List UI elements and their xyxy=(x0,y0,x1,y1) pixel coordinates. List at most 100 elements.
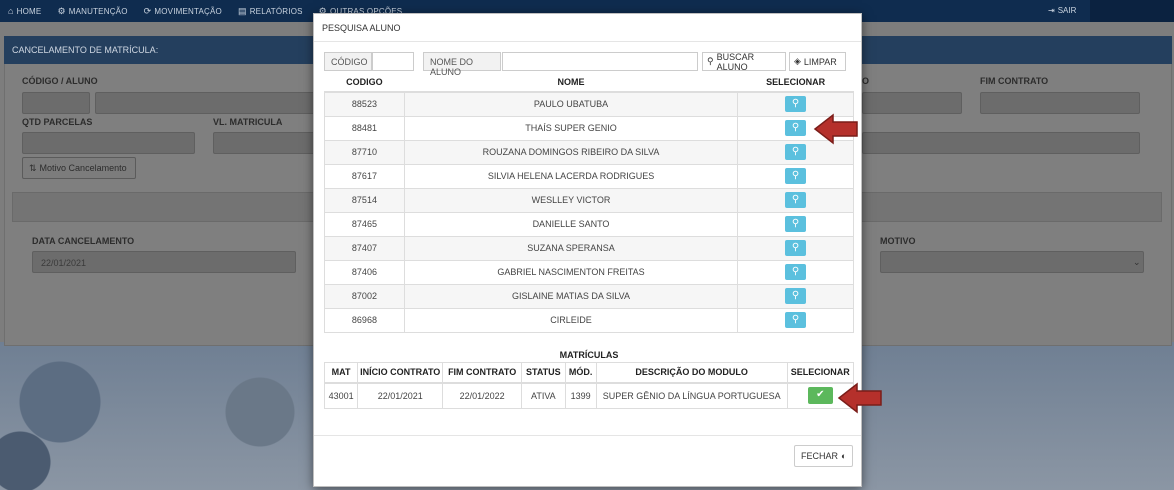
aluno-row: 88481 THAÍS SUPER GENIO ⚲ xyxy=(324,115,854,141)
observacao-field[interactable] xyxy=(862,132,1140,154)
aluno-codigo: 87406 xyxy=(324,259,405,285)
aluno-codigo: 87407 xyxy=(324,235,405,261)
motivo-button-label: Motivo Cancelamento xyxy=(39,163,127,173)
matricula-inicio: 22/01/2021 xyxy=(357,382,444,409)
qtd-parcelas-label: QTD PARCELAS xyxy=(22,117,93,127)
aluno-codigo: 87465 xyxy=(324,211,405,237)
search-icon: ⚲ xyxy=(791,290,800,301)
search-icon: ⚲ xyxy=(791,170,800,181)
aluno-row: 88523 PAULO UBATUBA ⚲ xyxy=(324,91,854,117)
select-matricula-button[interactable]: ✔ xyxy=(807,387,833,405)
aluno-nome: WESLLEY VICTOR xyxy=(403,187,739,213)
search-icon: ⚲ xyxy=(791,266,800,277)
matriculas-table: MAT INÍCIO CONTRATO FIM CONTRATO STATUS MÓD.… xyxy=(323,362,855,409)
mat-col-header: MAT xyxy=(323,362,359,384)
fechar-label: FECHAR xyxy=(801,451,839,461)
aluno-row: 87406 GABRIEL NASCIMENTON FREITAS ⚲ xyxy=(324,259,854,285)
chevron-down-icon: ⌄ xyxy=(1133,257,1141,267)
select-aluno-button[interactable]: ⚲ xyxy=(785,192,807,208)
aluno-field[interactable] xyxy=(95,92,315,114)
select-aluno-button[interactable]: ⚲ xyxy=(785,288,807,304)
aluno-selecionar-cell: ⚲ xyxy=(737,307,854,333)
motivo-label: MOTIVO xyxy=(880,236,916,246)
nav-item-label: MANUTENÇÃO xyxy=(68,6,128,16)
search-icon: ⚲ xyxy=(791,98,800,110)
aluno-codigo: 87617 xyxy=(324,163,405,189)
nav-item-movimentacao[interactable]: ⟳ MOVIMENTAÇÃO xyxy=(136,6,230,17)
aluno-nome: SILVIA HELENA LACERDA RODRIGUES xyxy=(403,163,739,189)
qtd-parcelas-field[interactable] xyxy=(22,132,195,154)
aluno-codigo: 86968 xyxy=(324,307,405,333)
motivo-cancelamento-button[interactable]: ⇅ Motivo Cancelamento xyxy=(22,157,136,179)
check-icon: ✔ xyxy=(816,389,825,401)
logout-icon: ⇥ xyxy=(1048,6,1055,15)
select-aluno-button[interactable]: ⚲ xyxy=(785,264,807,280)
search-bar: CÓDIGO NOME DO ALUNO ⚲ BUSCAR ALUNO ◈ LI… xyxy=(324,51,854,77)
gear-icon: ⚙ xyxy=(57,5,66,16)
arrow-pointer-icon xyxy=(837,382,882,414)
nav-item-label: RELATÓRIOS xyxy=(249,6,303,16)
search-icon: ⚲ xyxy=(791,146,800,157)
aluno-selecionar-cell: ⚲ xyxy=(737,283,854,309)
select-aluno-button[interactable]: ⚲ xyxy=(785,168,807,184)
fechar-button[interactable]: FECHAR ◐ xyxy=(794,445,854,467)
matricula-status: ATIVA xyxy=(521,382,566,409)
search-icon: ⚲ xyxy=(791,218,800,229)
matriculas-title: MATRÍCULAS xyxy=(559,350,619,360)
mat-col-header: FIM CONTRATO xyxy=(442,362,523,384)
select-aluno-button[interactable]: ⚲ xyxy=(785,216,807,232)
inicio-contrato-field[interactable] xyxy=(862,92,962,114)
modal-title: PESQUISA ALUNO xyxy=(314,14,861,42)
eraser-icon: ◈ xyxy=(794,56,801,66)
select-aluno-button[interactable]: ⚲ xyxy=(785,312,807,328)
arrow-pointer-icon xyxy=(813,113,858,145)
codigo-aluno-label: CÓDIGO / ALUNO xyxy=(22,76,98,86)
aluno-selecionar-cell: ⚲ xyxy=(737,235,854,261)
vl-matricula-field[interactable] xyxy=(213,132,315,154)
matricula-descricao: SUPER GÊNIO DA LÍNGUA PORTUGUESA xyxy=(595,382,788,409)
nav-item-manutencao[interactable]: ⚙ MANUTENÇÃO xyxy=(49,6,135,17)
buscar-aluno-button[interactable]: ⚲ BUSCAR ALUNO xyxy=(702,51,786,72)
select-aluno-button[interactable]: ⚲ xyxy=(785,120,807,136)
mat-col-header: SELECIONAR xyxy=(786,362,855,384)
aluno-codigo: 87002 xyxy=(324,283,405,309)
codigo-field[interactable] xyxy=(22,92,90,114)
aluno-codigo: 87514 xyxy=(324,187,405,213)
aluno-codigo: 88481 xyxy=(324,115,405,141)
select-aluno-button[interactable]: ⚲ xyxy=(785,240,807,256)
aluno-selecionar-cell: ⚲ xyxy=(737,211,854,237)
codigo-input[interactable] xyxy=(372,52,414,71)
search-icon: ⚲ xyxy=(791,122,800,133)
col-selecionar: SELECIONAR xyxy=(737,73,854,93)
matricula-fim: 22/01/2022 xyxy=(442,382,523,409)
select-aluno-button[interactable]: ⚲ xyxy=(785,96,807,113)
nome-aluno-input[interactable] xyxy=(502,52,698,71)
motivo-select[interactable] xyxy=(880,251,1144,273)
document-icon: ▤ xyxy=(237,5,247,16)
data-cancelamento-field[interactable]: 22/01/2021 xyxy=(32,251,296,273)
aluno-row: 87407 SUZANA SPERANSA ⚲ xyxy=(324,235,854,261)
fim-contrato-field[interactable] xyxy=(980,92,1140,114)
fim-contrato-label: FIM CONTRATO xyxy=(980,76,1049,86)
col-nome: NOME xyxy=(404,73,738,93)
refresh-icon: ⟳ xyxy=(143,5,152,16)
aluno-row: 87617 SILVIA HELENA LACERDA RODRIGUES ⚲ xyxy=(324,163,854,189)
nav-item-home[interactable]: ⌂ HOME xyxy=(0,6,49,17)
nome-aluno-label: NOME DO ALUNO xyxy=(423,52,501,77)
aluno-nome: THAÍS SUPER GENIO xyxy=(403,115,739,141)
logout-label: SAIR xyxy=(1057,6,1077,15)
logout-link[interactable]: ⇥ SAIR xyxy=(1048,6,1076,15)
aluno-row: 87514 WESLLEY VICTOR ⚲ xyxy=(324,187,854,213)
sort-icon: ⇅ xyxy=(29,163,37,173)
search-icon: ⚲ xyxy=(791,314,800,325)
aluno-selecionar-cell: ⚲ xyxy=(737,259,854,285)
select-aluno-button[interactable]: ⚲ xyxy=(785,144,807,160)
vl-matricula-label: VL. MATRICULA xyxy=(213,117,283,127)
buscar-aluno-label: BUSCAR ALUNO xyxy=(716,51,755,72)
mat-col-header: INÍCIO CONTRATO xyxy=(357,362,444,384)
limpar-button[interactable]: ◈ LIMPAR xyxy=(789,52,846,71)
aluno-row: 87002 GISLAINE MATIAS DA SILVA ⚲ xyxy=(324,283,854,309)
mat-col-header: STATUS xyxy=(521,362,566,384)
aluno-codigo: 88523 xyxy=(324,91,405,117)
nav-item-relatorios[interactable]: ▤ RELATÓRIOS xyxy=(230,6,311,17)
